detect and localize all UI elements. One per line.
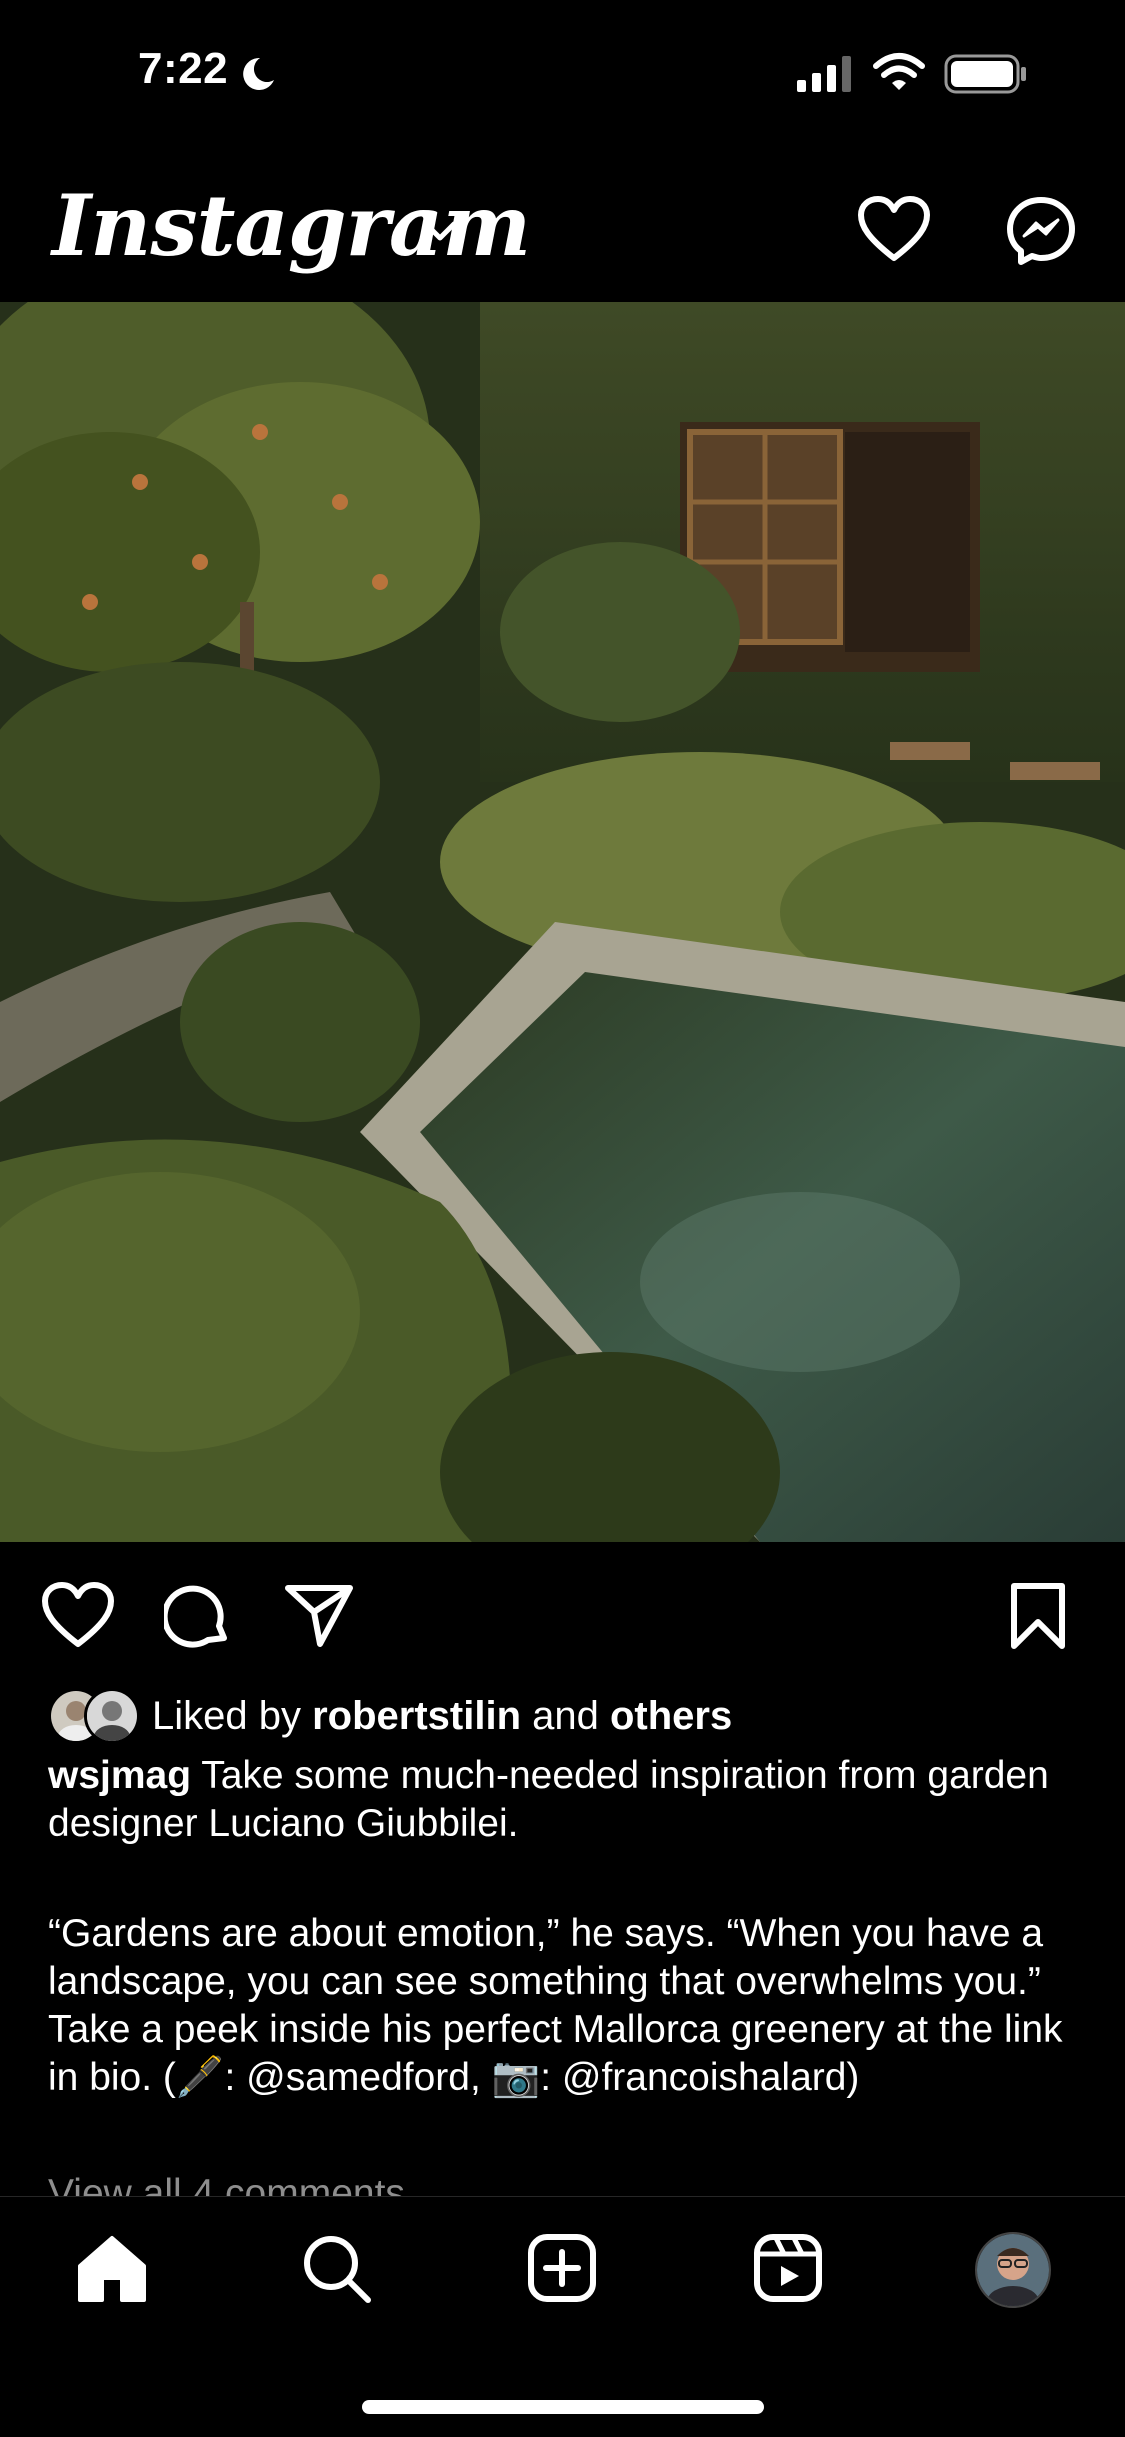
liked-by-others[interactable]: others — [610, 1694, 732, 1738]
messenger-icon[interactable] — [1006, 196, 1076, 271]
post-author[interactable]: wsjmag — [48, 1754, 191, 1797]
reels-icon[interactable] — [752, 2232, 824, 2309]
wifi-icon — [872, 52, 926, 97]
liked-by-prefix: Liked by — [152, 1693, 313, 1738]
share-button[interactable] — [284, 1582, 354, 1653]
home-indicator[interactable] — [362, 2400, 764, 2414]
cellular-signal-icon — [797, 56, 857, 97]
post-image[interactable] — [0, 302, 1125, 1542]
save-button[interactable] — [1008, 1582, 1068, 1655]
moon-icon — [238, 54, 278, 99]
battery-icon — [944, 54, 1028, 99]
liker-avatar — [84, 1688, 140, 1744]
home-icon[interactable] — [76, 2232, 148, 2309]
liked-by-text: Liked by robertstilin and others — [152, 1694, 732, 1739]
view-comments-link[interactable]: View all 4 comments — [48, 2170, 405, 2196]
like-button[interactable] — [42, 1582, 114, 1653]
caption-text: Take some much-needed inspiration from g… — [48, 1754, 1049, 1845]
post-caption: wsjmag Take some much-needed inspiration… — [48, 1752, 1078, 1848]
heart-icon[interactable] — [858, 196, 930, 267]
status-time: 7:22 — [138, 44, 229, 93]
liked-by-and: and — [521, 1693, 610, 1738]
liked-by-row[interactable]: Liked by robertstilin and others — [48, 1688, 732, 1744]
liked-by-user[interactable]: robertstilin — [312, 1694, 521, 1738]
profile-avatar[interactable] — [975, 2232, 1051, 2308]
caption-paragraph: “Gardens are about emotion,” he says. “W… — [48, 1912, 1063, 2099]
comment-button[interactable] — [161, 1582, 232, 1655]
create-icon[interactable] — [526, 2232, 598, 2309]
chevron-down-icon[interactable] — [420, 216, 460, 251]
search-icon[interactable] — [300, 2232, 372, 2309]
